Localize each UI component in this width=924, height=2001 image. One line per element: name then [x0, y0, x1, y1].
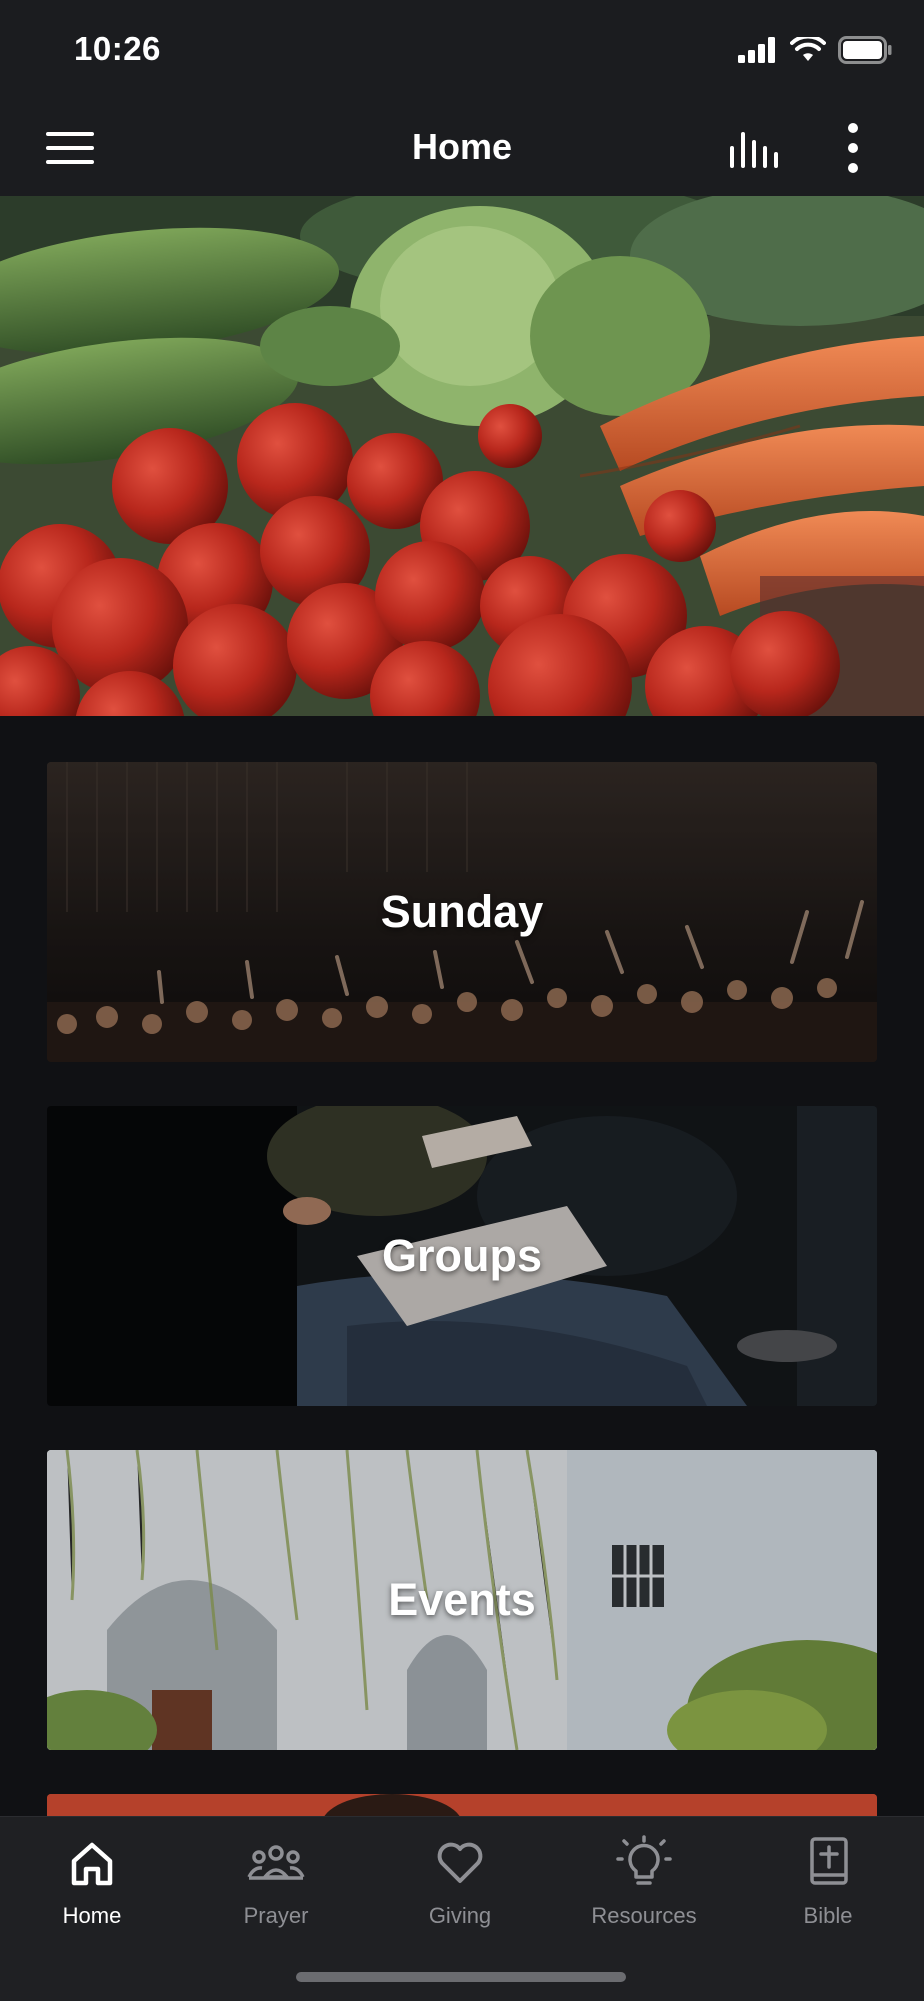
wifi-icon [790, 37, 826, 61]
tab-bible[interactable]: Bible [736, 1817, 920, 1947]
bar-chart-icon [730, 132, 778, 168]
status-time: 10:26 [74, 30, 161, 67]
heart-icon [437, 1842, 483, 1883]
groups-card-title: Groups [381, 1230, 542, 1281]
tab-resources-label: Resources [591, 1903, 697, 1928]
tab-prayer[interactable]: Prayer [184, 1817, 368, 1947]
hero-image [0, 196, 924, 716]
top-app-bar: Home [0, 100, 924, 196]
tab-resources[interactable]: Resources [552, 1817, 736, 1947]
tab-bible-label: Bible [803, 1903, 853, 1928]
battery-icon [838, 36, 892, 64]
tab-giving-label: Giving [428, 1903, 492, 1928]
lightbulb-icon [616, 1835, 672, 1885]
home-indicator [296, 1972, 626, 1982]
sunday-card[interactable]: Sunday [47, 762, 877, 1062]
tab-prayer-label: Prayer [243, 1903, 309, 1928]
status-icons [738, 36, 892, 64]
more-options-button[interactable] [836, 122, 870, 174]
page-title: Home [411, 126, 513, 167]
sunday-card-title: Sunday [380, 886, 544, 937]
cellular-signal-icon [738, 37, 775, 63]
vegetables-image [0, 196, 924, 716]
group-icon [247, 1845, 305, 1880]
stats-button[interactable] [726, 124, 782, 172]
events-card[interactable]: Events [47, 1450, 877, 1750]
status-bar: 10:26 [0, 0, 924, 100]
tab-giving[interactable]: Giving [368, 1817, 552, 1947]
vertical-ellipsis-icon [848, 123, 858, 173]
tab-home-label: Home [62, 1903, 122, 1928]
bible-icon [810, 1837, 848, 1885]
events-card-title: Events [388, 1574, 536, 1625]
groups-card[interactable]: Groups [47, 1106, 877, 1406]
tab-home[interactable]: Home [0, 1817, 184, 1947]
home-icon [71, 1842, 113, 1886]
